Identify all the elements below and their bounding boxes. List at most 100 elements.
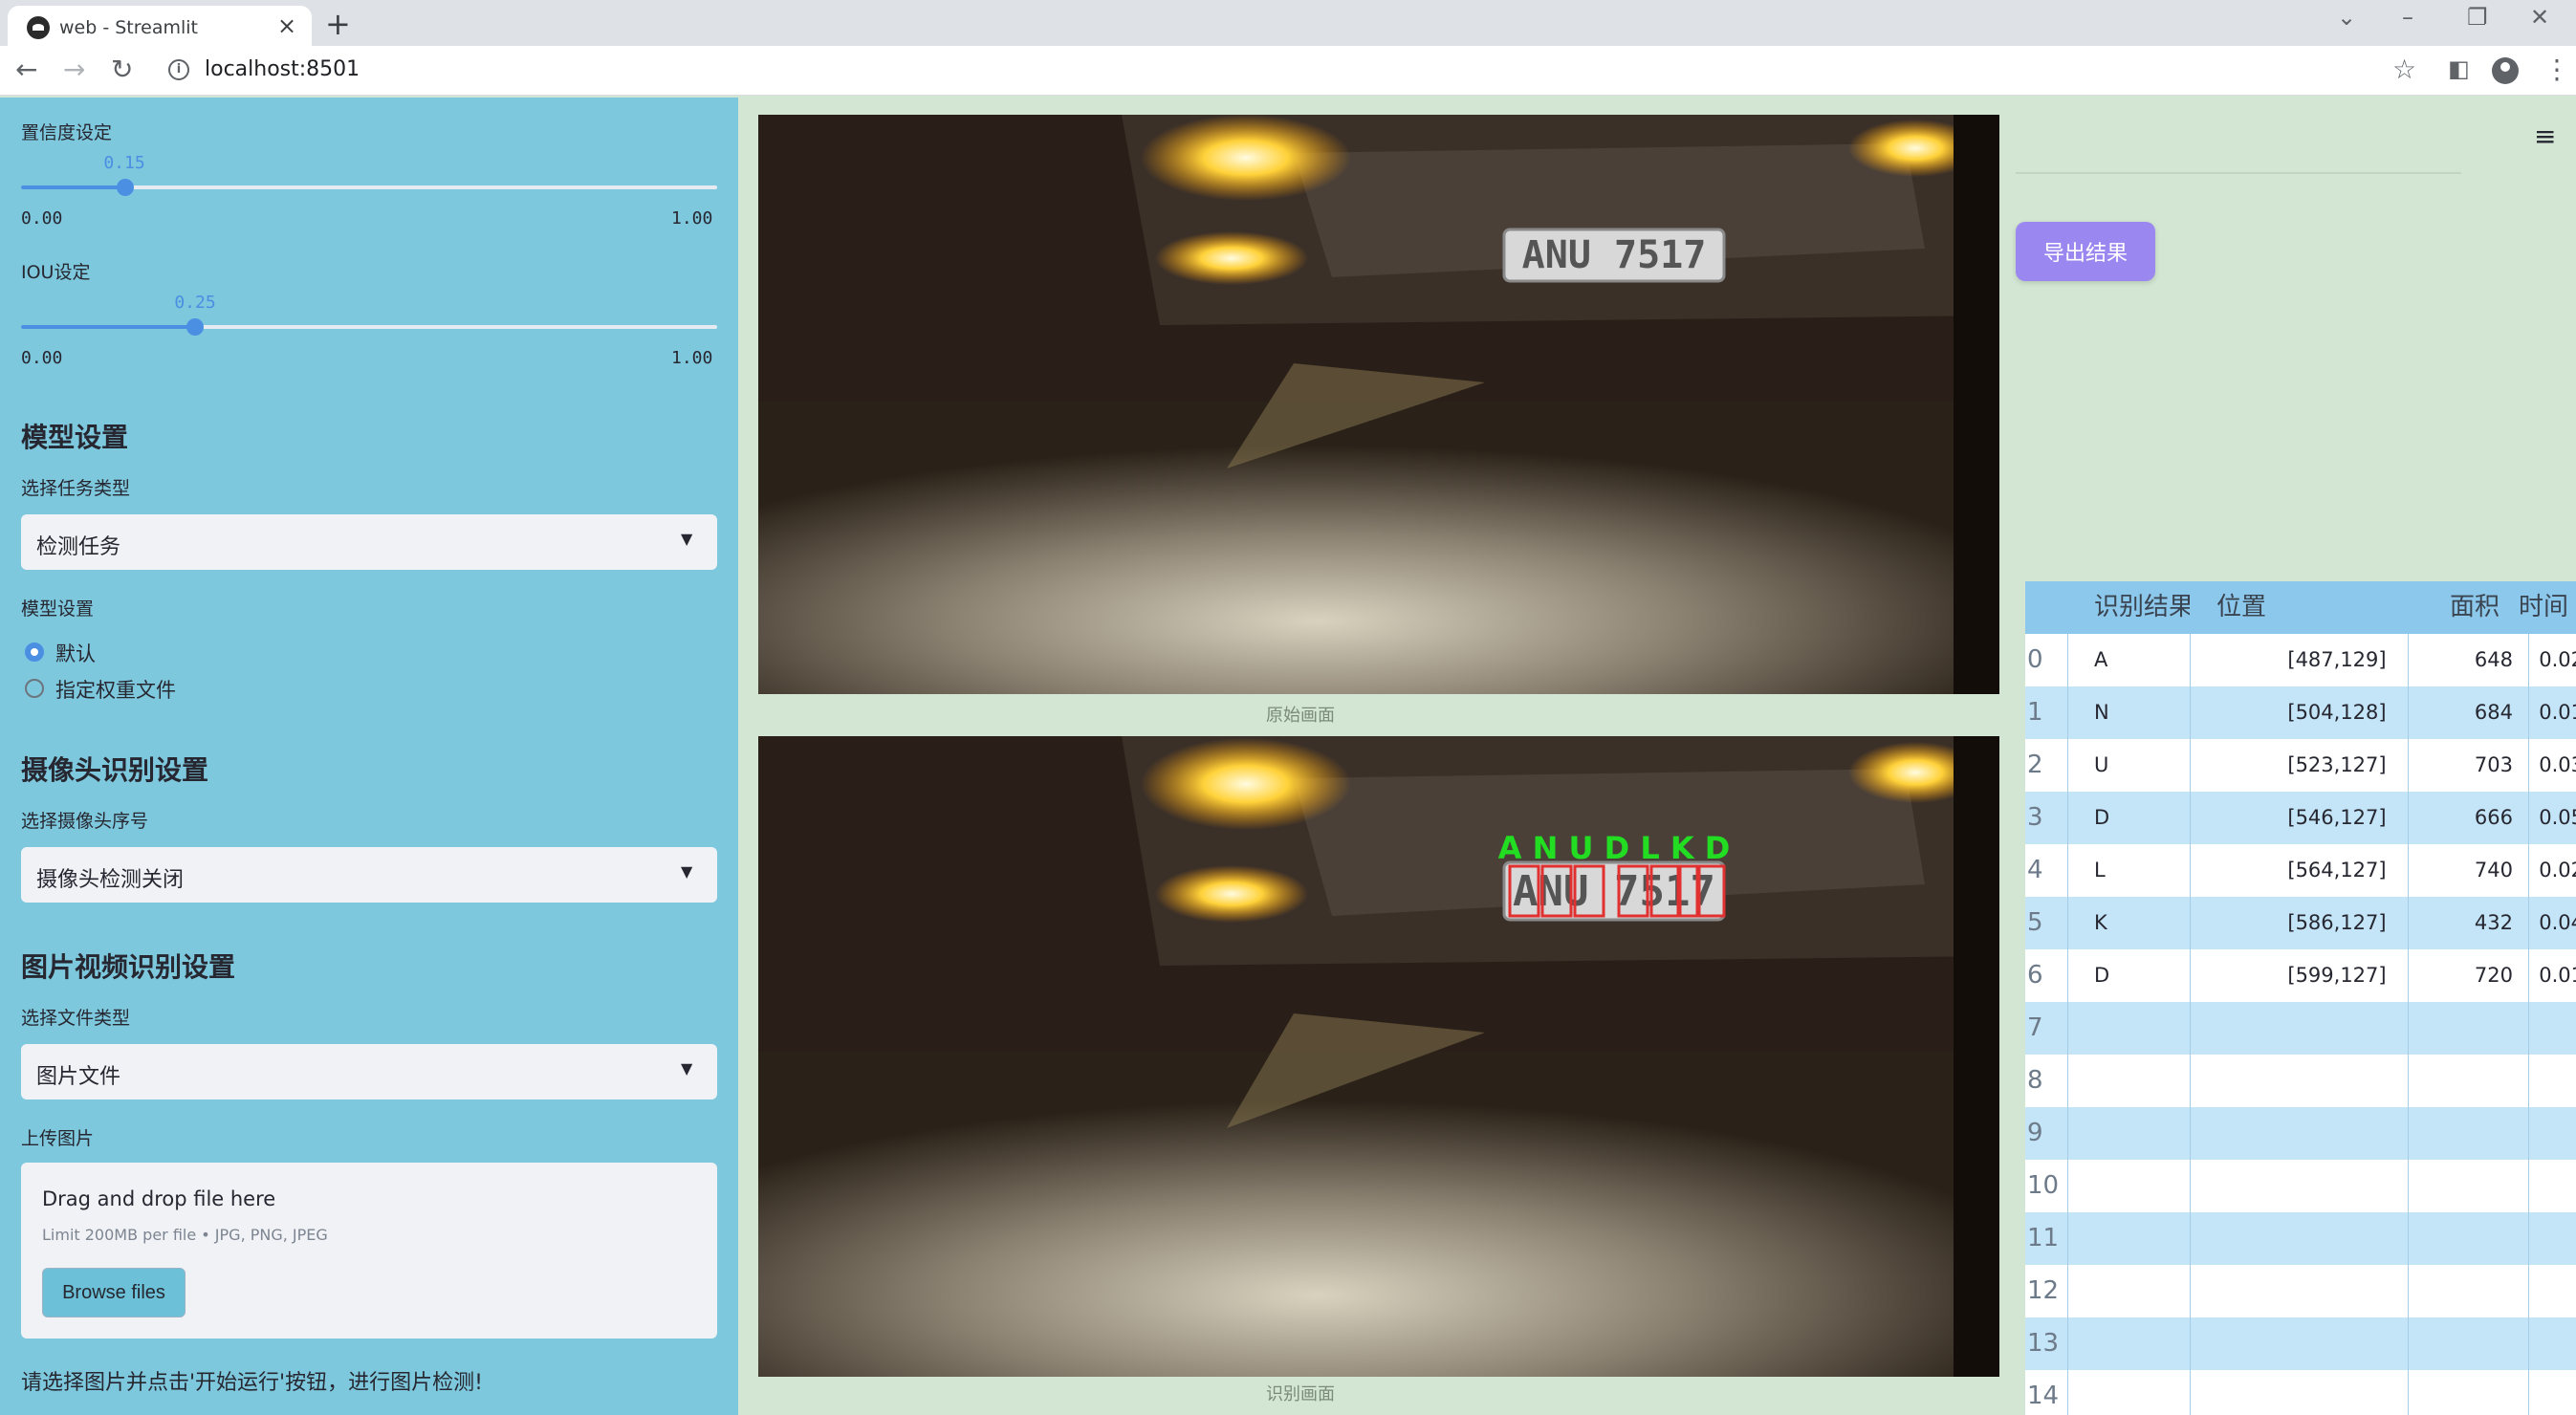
iou-slider-thumb[interactable] xyxy=(186,318,204,336)
cell-area: 740 xyxy=(2474,859,2513,882)
column-separator xyxy=(2190,792,2191,844)
reload-icon[interactable]: ↻ xyxy=(111,54,133,85)
row-index: 8 xyxy=(2027,1066,2043,1095)
table-row[interactable]: 7 xyxy=(2025,1002,2576,1055)
cell-area xyxy=(2436,1002,2513,1055)
column-separator xyxy=(2408,949,2409,1002)
table-row[interactable]: 1 N [504,128] 684 0.01 xyxy=(2025,686,2576,739)
chevron-down-icon[interactable]: ⌄ xyxy=(2337,4,2356,31)
column-separator xyxy=(2067,792,2068,844)
url-field[interactable]: localhost:8501 xyxy=(205,57,360,81)
info-icon[interactable]: i xyxy=(168,59,189,80)
table-row[interactable]: 3 D [546,127] 666 0.05 xyxy=(2025,792,2576,844)
export-results-button[interactable]: 导出结果 xyxy=(2016,222,2155,281)
cell-position xyxy=(2203,1160,2471,1212)
row-index: 0 xyxy=(2027,645,2043,674)
column-separator xyxy=(2067,1107,2068,1160)
task-type-label: 选择任务类型 xyxy=(21,478,131,499)
camera-settings-header: 摄像头识别设置 xyxy=(21,754,209,786)
cell-result: A xyxy=(2094,648,2108,671)
side-panel-icon[interactable]: ◧ xyxy=(2448,55,2470,82)
sidebar: 置信度设定 0.15 0.00 1.00 IOU设定 0.25 0.00 1.0… xyxy=(0,98,738,1415)
column-separator xyxy=(2190,844,2191,897)
table-row[interactable]: 11 xyxy=(2025,1212,2576,1265)
table-row[interactable]: 5 K [586,127] 432 0.04 xyxy=(2025,897,2576,949)
iou-slider[interactable] xyxy=(21,318,717,336)
column-separator xyxy=(2408,1160,2409,1212)
column-separator xyxy=(2067,1265,2068,1317)
confidence-slider-thumb[interactable] xyxy=(117,179,135,196)
hamburger-menu-icon[interactable]: ≡ xyxy=(2534,120,2556,152)
column-header-time[interactable]: 时间 xyxy=(2519,581,2576,634)
radio-default-label[interactable]: 默认 xyxy=(55,639,96,667)
radio-weights-file[interactable] xyxy=(25,679,44,698)
column-separator xyxy=(2067,897,2068,949)
table-row[interactable]: 6 D [599,127] 720 0.01 xyxy=(2025,949,2576,1002)
confidence-min: 0.00 xyxy=(21,208,63,229)
row-index: 14 xyxy=(2027,1382,2060,1410)
back-arrow-icon[interactable]: ← xyxy=(15,54,37,85)
iou-slider-fill xyxy=(21,325,195,329)
cell-time: 0.03 xyxy=(2539,753,2576,776)
table-row[interactable]: 14 xyxy=(2025,1370,2576,1415)
cell-time: 0.02 xyxy=(2539,648,2576,671)
table-row[interactable]: 9 xyxy=(2025,1107,2576,1160)
task-type-select[interactable]: 检测任务 ▼ xyxy=(21,514,717,570)
column-separator xyxy=(2408,686,2409,739)
file-type-select[interactable]: 图片文件 ▼ xyxy=(21,1044,717,1099)
cell-position: [504,128] xyxy=(2287,701,2387,724)
browser-tab[interactable]: web - Streamlit × xyxy=(8,6,312,46)
task-type-value: 检测任务 xyxy=(36,535,121,559)
streamlit-favicon xyxy=(27,16,50,39)
radio-default[interactable] xyxy=(25,642,44,662)
detection-label: A N U D L K D xyxy=(1498,830,1731,866)
cell-area: 720 xyxy=(2474,964,2513,987)
table-row[interactable]: 12 xyxy=(2025,1265,2576,1317)
camera-index-select[interactable]: 摄像头检测关闭 ▼ xyxy=(21,847,717,903)
kebab-menu-icon[interactable]: ⋮ xyxy=(2543,54,2570,85)
column-header-result[interactable]: 识别结果 xyxy=(2075,581,2190,634)
row-index: 6 xyxy=(2027,961,2043,990)
table-row[interactable]: 0 A [487,129] 648 0.02 xyxy=(2025,634,2576,686)
plus-icon[interactable]: + xyxy=(325,6,351,42)
column-separator xyxy=(2528,1212,2529,1265)
radio-weights-file-label[interactable]: 指定权重文件 xyxy=(55,675,176,704)
column-header-area[interactable]: 面积 xyxy=(2450,581,2526,634)
cell-result: N xyxy=(2094,701,2109,724)
close-icon[interactable]: × xyxy=(277,12,296,39)
browser-tab-strip: web - Streamlit × + ⌄ – ❐ ✕ xyxy=(0,0,2576,46)
iou-min: 0.00 xyxy=(21,348,63,368)
file-uploader-dropzone[interactable]: Drag and drop file here Limit 200MB per … xyxy=(21,1163,717,1339)
row-index: 13 xyxy=(2027,1329,2060,1358)
column-separator xyxy=(2408,1055,2409,1107)
column-separator xyxy=(2408,1370,2409,1415)
table-row[interactable]: 8 xyxy=(2025,1055,2576,1107)
restore-icon[interactable]: ❐ xyxy=(2467,4,2488,31)
caret-down-icon: ▼ xyxy=(681,530,693,548)
table-row[interactable]: 13 xyxy=(2025,1317,2576,1370)
cell-position: [564,127] xyxy=(2287,859,2387,882)
column-separator xyxy=(2528,1160,2529,1212)
column-separator xyxy=(2067,1212,2068,1265)
cell-position xyxy=(2203,1370,2471,1415)
cell-area: 703 xyxy=(2474,753,2513,776)
forward-arrow-icon[interactable]: → xyxy=(63,54,85,85)
browse-files-button[interactable]: Browse files xyxy=(42,1268,186,1317)
column-separator xyxy=(2528,792,2529,844)
caret-down-icon: ▼ xyxy=(681,1059,693,1078)
table-row[interactable]: 10 xyxy=(2025,1160,2576,1212)
cell-time xyxy=(2526,1055,2576,1107)
profile-icon[interactable] xyxy=(2492,57,2519,84)
star-icon[interactable]: ☆ xyxy=(2392,54,2416,85)
table-row[interactable]: 2 U [523,127] 703 0.03 xyxy=(2025,739,2576,792)
cell-result: L xyxy=(2094,859,2106,882)
cell-position: [599,127] xyxy=(2287,964,2387,987)
upload-title: Drag and drop file here xyxy=(42,1187,276,1210)
table-row[interactable]: 4 L [564,127] 740 0.02 xyxy=(2025,844,2576,897)
row-index: 12 xyxy=(2027,1276,2060,1305)
camera-index-label: 选择摄像头序号 xyxy=(21,811,149,832)
window-close-icon[interactable]: ✕ xyxy=(2530,4,2549,31)
confidence-slider[interactable] xyxy=(21,179,717,196)
column-header-position[interactable]: 位置 xyxy=(2203,581,2471,634)
minimize-icon[interactable]: – xyxy=(2402,4,2413,31)
